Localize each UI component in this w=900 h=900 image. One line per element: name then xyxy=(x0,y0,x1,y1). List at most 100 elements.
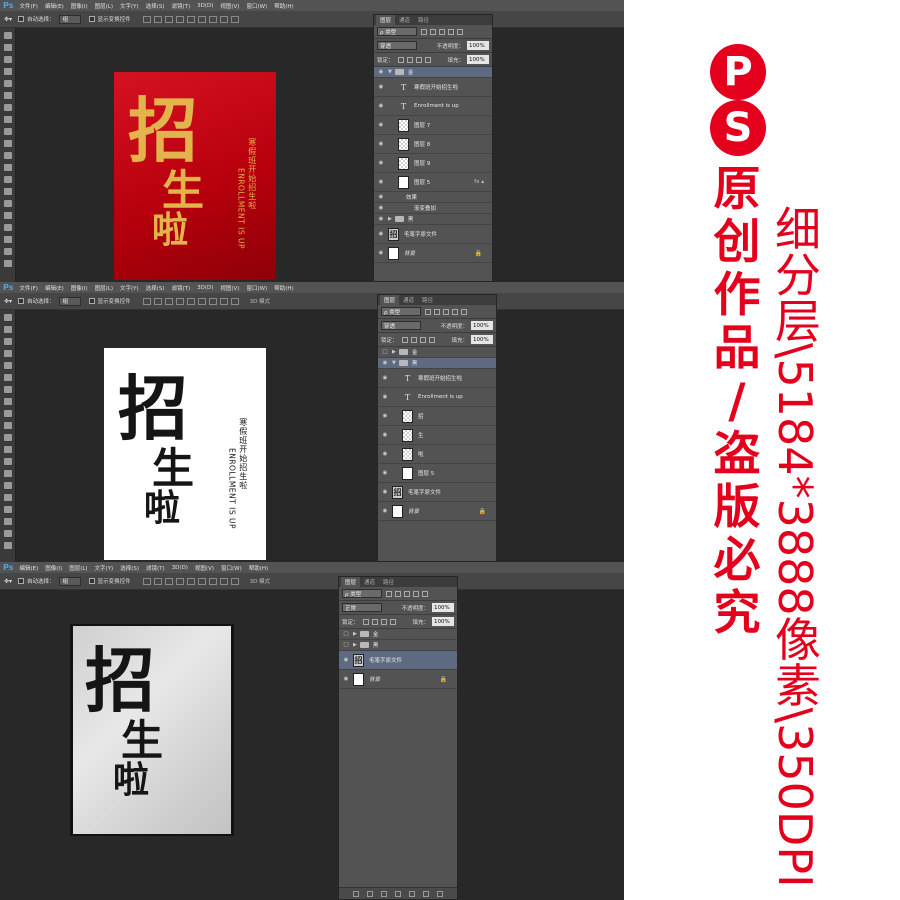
tool-icon[interactable] xyxy=(3,152,12,159)
tool-icon[interactable] xyxy=(3,458,12,465)
menu-item-filter[interactable]: 滤镜(T) xyxy=(171,284,190,292)
autoselect-checkbox[interactable] xyxy=(18,578,25,584)
layer-row[interactable]: □ ▶ 金 xyxy=(339,629,457,640)
menu-item-type[interactable]: 文字(Y) xyxy=(120,2,139,10)
tool-icon[interactable] xyxy=(3,530,12,537)
menu-item-view[interactable]: 视图(V) xyxy=(195,564,214,572)
eye-icon[interactable]: ◉ xyxy=(378,375,392,381)
autoselect-checkbox[interactable] xyxy=(18,298,25,304)
eye-icon[interactable]: ◉ xyxy=(378,413,392,419)
tool-icon[interactable] xyxy=(3,446,12,453)
tool-icon[interactable] xyxy=(3,374,12,381)
effect-row[interactable]: ◉ 渐变叠加 xyxy=(374,203,492,214)
opacity-input[interactable]: 100% xyxy=(471,321,493,330)
menu-item-filter[interactable]: 滤镜(T) xyxy=(146,564,165,572)
lock-icons[interactable] xyxy=(401,336,438,343)
autoselect-dropdown[interactable]: 组 xyxy=(58,576,81,586)
tab-channels[interactable]: 通道 xyxy=(395,15,414,25)
layer-row[interactable]: ◉ T 寒假班开始招生啦 xyxy=(374,78,492,97)
fill-input[interactable]: 100% xyxy=(467,55,489,64)
tool-icon[interactable] xyxy=(3,494,12,501)
expand-arrow-icon[interactable]: ▼ xyxy=(392,360,396,366)
tool-icon[interactable] xyxy=(3,176,12,183)
eye-icon[interactable]: ◉ xyxy=(378,432,392,438)
tool-icon[interactable] xyxy=(3,140,12,147)
layer-row[interactable]: ◉ ▼ 金 xyxy=(374,67,492,78)
menu-item-window[interactable]: 窗口(W) xyxy=(246,284,267,292)
menu-item-image[interactable]: 图像(I) xyxy=(71,2,88,10)
tool-icon[interactable] xyxy=(3,422,12,429)
eye-icon[interactable]: ◉ xyxy=(374,141,388,147)
eye-off-icon[interactable]: □ xyxy=(339,642,353,648)
autoselect-dropdown[interactable]: 组 xyxy=(58,296,81,306)
tab-paths[interactable]: 路径 xyxy=(414,15,433,25)
menu-item-view[interactable]: 视图(V) xyxy=(220,2,239,10)
tab-channels[interactable]: 通道 xyxy=(399,295,418,305)
filter-kind-select[interactable]: ρ 类型 xyxy=(342,589,382,598)
layer-row[interactable]: □ ▶ 黑 xyxy=(339,640,457,651)
fx-icon[interactable] xyxy=(367,890,373,897)
menu-item-image[interactable]: 图像(I) xyxy=(71,284,88,292)
menu-item-help[interactable]: 帮助(H) xyxy=(274,2,293,10)
eye-icon[interactable]: ◉ xyxy=(374,250,388,256)
layer-row[interactable]: ◉ T Enrollment is up xyxy=(374,97,492,116)
filter-icons[interactable] xyxy=(421,28,466,35)
tool-icon[interactable] xyxy=(3,80,12,87)
menu-item-3d[interactable]: 3D(D) xyxy=(197,285,213,291)
eye-icon[interactable]: ◉ xyxy=(378,360,392,366)
opacity-input[interactable]: 100% xyxy=(432,603,454,612)
tool-icon[interactable] xyxy=(3,44,12,51)
document-canvas-white[interactable]: 招 生 啦 寒假班开始招生啦 ENROLLMENT IS UP xyxy=(104,348,266,560)
menu-item-image[interactable]: 图像(I) xyxy=(45,564,62,572)
trash-icon[interactable] xyxy=(437,890,443,897)
eye-icon[interactable]: ◉ xyxy=(378,451,392,457)
tool-icon[interactable] xyxy=(3,362,12,369)
menu-item-help[interactable]: 帮助(H) xyxy=(249,564,268,572)
expand-arrow-icon[interactable]: ▶ xyxy=(353,642,357,648)
menu-item-view[interactable]: 视图(V) xyxy=(220,284,239,292)
eye-icon[interactable]: ◉ xyxy=(374,231,388,237)
layer-row[interactable]: ◉ 图层 9 xyxy=(374,154,492,173)
tool-icon[interactable] xyxy=(3,434,12,441)
autoselect-dropdown[interactable]: 组 xyxy=(58,14,81,24)
layer-row[interactable]: ◉ 招 xyxy=(378,407,496,426)
tool-icon[interactable] xyxy=(3,542,12,549)
menu-item-select[interactable]: 选择(S) xyxy=(146,284,165,292)
filter-icons[interactable] xyxy=(386,590,431,597)
layer-row[interactable]: ◉ 背景 🔒 xyxy=(374,244,492,263)
menu-item-file[interactable]: 文件(F) xyxy=(19,284,37,292)
tab-paths[interactable]: 路径 xyxy=(379,577,398,587)
move-tool-icon[interactable]: ✥▾ xyxy=(4,578,12,585)
align-buttons[interactable] xyxy=(142,577,242,585)
layer-row[interactable]: ◉ 招毛笔字原文件 xyxy=(374,225,492,244)
eye-icon[interactable]: ◉ xyxy=(374,69,388,75)
tool-icon[interactable] xyxy=(3,518,12,525)
eye-icon[interactable]: ◉ xyxy=(374,216,388,222)
menu-item-type[interactable]: 文字(Y) xyxy=(95,564,114,572)
tab-channels[interactable]: 通道 xyxy=(360,577,379,587)
menu-item-window[interactable]: 窗口(W) xyxy=(246,2,267,10)
eye-icon[interactable]: ◉ xyxy=(378,470,392,476)
tool-icon[interactable] xyxy=(3,68,12,75)
tool-icon[interactable] xyxy=(3,128,12,135)
tool-icon[interactable] xyxy=(3,92,12,99)
tool-icon[interactable] xyxy=(3,236,12,243)
lock-icons[interactable] xyxy=(397,56,434,63)
menu-item-edit[interactable]: 编辑(E) xyxy=(45,2,64,10)
layer-row[interactable]: ◉ 图层 8 xyxy=(374,135,492,154)
expand-arrow-icon[interactable]: ▶ xyxy=(388,216,392,222)
menu-item-type[interactable]: 文字(Y) xyxy=(120,284,139,292)
blend-mode-select[interactable]: 穿透 xyxy=(381,321,421,330)
eye-icon[interactable]: ◉ xyxy=(374,194,388,200)
fx-icon[interactable]: fx ▴ xyxy=(474,179,484,185)
eye-icon[interactable]: ◉ xyxy=(374,205,388,211)
tool-icon[interactable] xyxy=(3,200,12,207)
blend-mode-select[interactable]: 穿透 xyxy=(377,41,417,50)
align-buttons[interactable] xyxy=(142,15,242,23)
tool-icon[interactable] xyxy=(3,224,12,231)
layer-row[interactable]: ◉ 招毛笔字原文件 xyxy=(378,483,496,502)
eye-icon[interactable]: ◉ xyxy=(374,122,388,128)
layer-row[interactable]: ◉ 图层 5 fx ▴ xyxy=(374,173,492,192)
transform-checkbox[interactable] xyxy=(88,298,95,304)
tab-paths[interactable]: 路径 xyxy=(418,295,437,305)
